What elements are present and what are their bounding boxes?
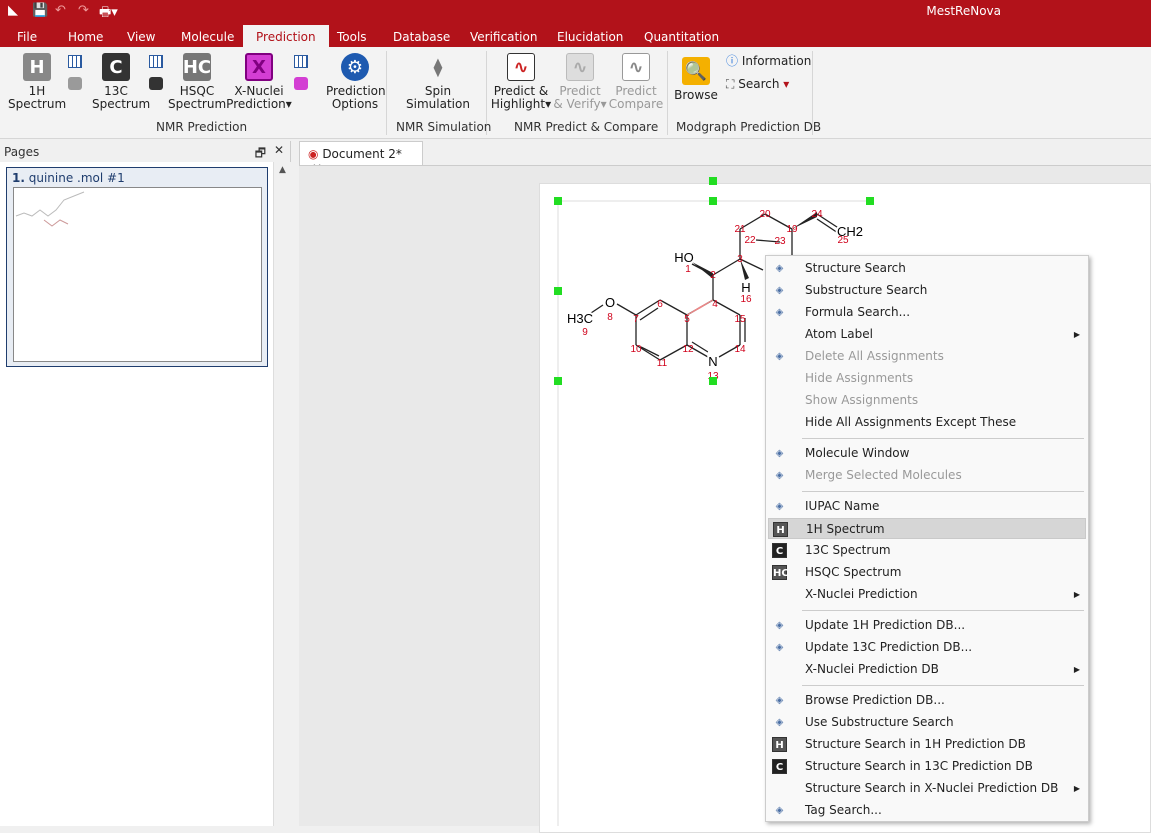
atom-label: N [708,354,717,369]
atom-number: 5 [684,314,690,325]
atom-number: 14 [734,344,746,355]
selection-handle[interactable] [709,197,717,205]
submenu-arrow-icon: ▶ [1073,784,1080,793]
1h-icon: H [773,522,788,537]
update-1h-db-icon: ◈ [775,620,784,631]
menu-item-1h-spectrum[interactable]: H 1H Spectrum [768,518,1086,539]
menu-item-molecule-window[interactable]: ◈ Molecule Window [768,443,1086,464]
atom-label: HO [674,250,694,265]
atom-number: 20 [759,209,771,220]
menu-item-substructure-search[interactable]: ◈ Substructure Search [768,280,1086,301]
menu-item-structure-search-in-1h-prediction-db[interactable]: H Structure Search in 1H Prediction DB [768,734,1086,755]
13c-icon: C [772,543,787,558]
selection-handle[interactable] [709,177,717,185]
atom-number: 6 [657,299,663,310]
iupac-icon: ◈ [775,501,784,512]
selection-handle[interactable] [554,197,562,205]
menu-item-update-13c-prediction-db[interactable]: ◈ Update 13C Prediction DB... [768,637,1086,658]
menu-item-structure-search-in-x-nuclei-prediction-db[interactable]: Structure Search in X-Nuclei Prediction … [768,778,1086,799]
formula-search-icon: ◈ [775,307,784,318]
atom-number: 7 [633,314,639,325]
atom-number: 8 [607,312,613,323]
menu-separator [802,491,1084,492]
menu-item-x-nuclei-prediction[interactable]: X-Nuclei Prediction ▶ [768,584,1086,605]
menu-item-update-1h-prediction-db[interactable]: ◈ Update 1H Prediction DB... [768,615,1086,636]
atom-number: 22 [744,235,756,246]
browse-db-icon: ◈ [775,695,784,706]
tag-search-icon: ◈ [775,805,784,816]
atom-label: H3C [567,311,593,326]
menu-item-x-nuclei-prediction-db[interactable]: X-Nuclei Prediction DB ▶ [768,659,1086,680]
atom-number: 25 [837,235,849,246]
atom-number: 3 [737,254,743,265]
use-substructure-icon: ◈ [775,717,784,728]
submenu-arrow-icon: ▶ [1073,590,1080,599]
atom-number: 24 [811,209,823,220]
menu-item-hsqc-spectrum[interactable]: HC HSQC Spectrum [768,562,1086,583]
menu-separator [802,438,1084,439]
menu-item-browse-prediction-db[interactable]: ◈ Browse Prediction DB... [768,690,1086,711]
menu-item-iupac-name[interactable]: ◈ IUPAC Name [768,496,1086,517]
menu-item-atom-label[interactable]: Atom Label ▶ [768,324,1086,345]
atom-number: 23 [774,236,786,247]
menu-item-use-substructure-search[interactable]: ◈ Use Substructure Search [768,712,1086,733]
atom-number: 15 [734,314,746,325]
menu-item-formula-search[interactable]: ◈ Formula Search... [768,302,1086,323]
menu-item-structure-search-in-13c-prediction-db[interactable]: C Structure Search in 13C Prediction DB [768,756,1086,777]
menu-item-delete-all-assignments[interactable]: ◈ Delete All Assignments [768,346,1086,367]
1h-icon: H [772,737,787,752]
selection-handle[interactable] [866,197,874,205]
hsqc-icon: HC [772,565,789,580]
structure-search-icon: ◈ [775,263,784,274]
substructure-search-icon: ◈ [775,285,784,296]
atom-number: 10 [630,344,642,355]
selection-handle[interactable] [709,377,717,385]
update-13c-db-icon: ◈ [775,642,784,653]
atom-number: 4 [712,299,718,310]
molecule-window-icon: ◈ [775,448,784,459]
selection-handle[interactable] [554,287,562,295]
context-menu: ◈ Structure Search ◈ Substructure Search ◈ Fo… [765,255,1089,822]
atom-number: 19 [786,224,798,235]
13c-icon: C [772,759,787,774]
menu-item-hide-all-assignments-except-these[interactable]: Hide All Assignments Except These [768,412,1086,433]
atom-number: 12 [682,344,694,355]
atom-number: 9 [582,327,588,338]
submenu-arrow-icon: ▶ [1073,665,1080,674]
submenu-arrow-icon: ▶ [1073,330,1080,339]
atom-number: 1 [685,264,691,275]
atom-label: O [605,295,615,310]
menu-item-13c-spectrum[interactable]: C 13C Spectrum [768,540,1086,561]
selection-handle[interactable] [554,377,562,385]
menu-item-hide-assignments[interactable]: Hide Assignments [768,368,1086,389]
atom-number: 2 [710,270,716,281]
atom-label: H [741,280,750,295]
atom-number: 11 [657,358,668,369]
menu-item-tag-search[interactable]: ◈ Tag Search... [768,800,1086,821]
menu-item-structure-search[interactable]: ◈ Structure Search [768,258,1086,279]
delete-icon: ◈ [775,351,784,362]
menu-item-show-assignments[interactable]: Show Assignments [768,390,1086,411]
atom-number: 21 [734,224,746,235]
menu-separator [802,685,1084,686]
menu-item-merge-selected-molecules[interactable]: ◈ Merge Selected Molecules [768,465,1086,486]
atom-number: 16 [740,294,752,305]
merge-icon: ◈ [775,470,784,481]
menu-separator [802,610,1084,611]
